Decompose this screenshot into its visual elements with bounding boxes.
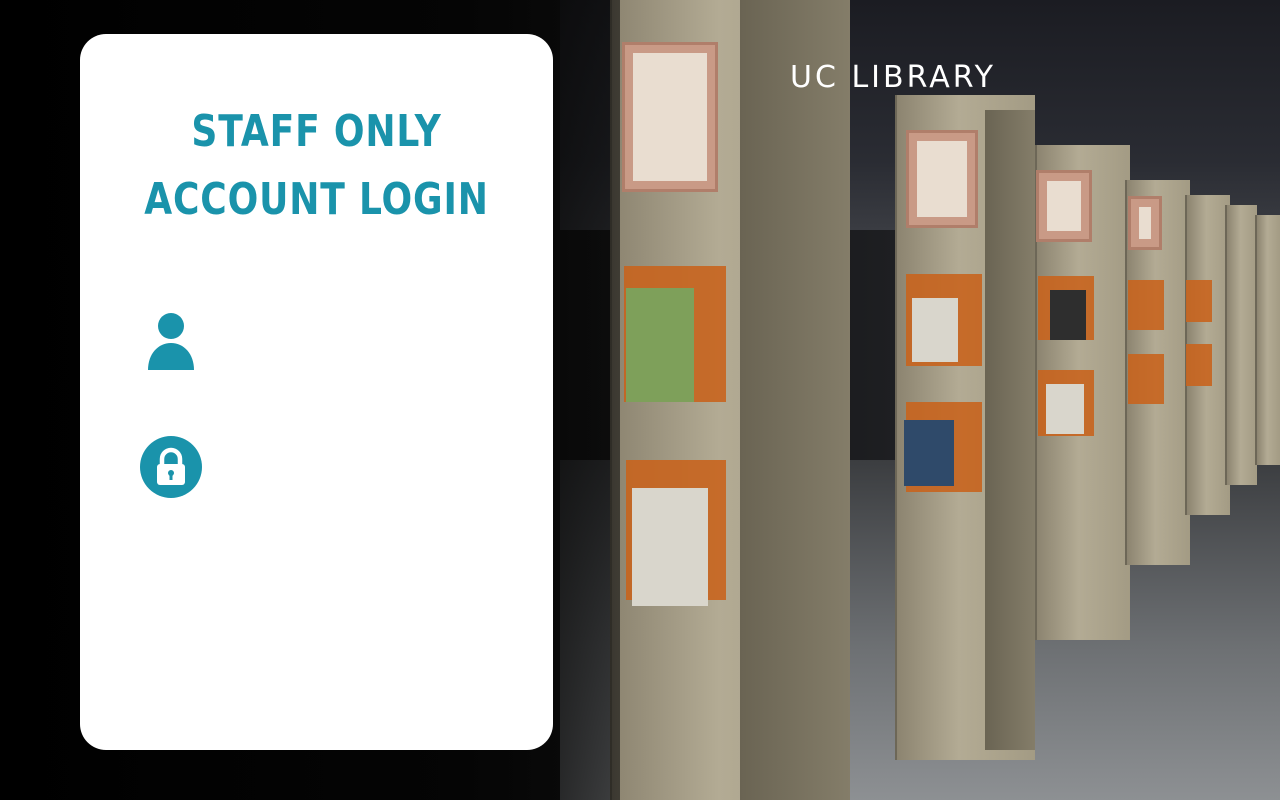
display-holder — [1128, 354, 1164, 404]
display-book — [1050, 290, 1086, 340]
login-card: STAFF ONLY ACCOUNT LOGIN — [80, 34, 553, 750]
bookshelf-side — [740, 0, 850, 800]
username-row — [140, 306, 500, 376]
shelf-sign — [1128, 196, 1162, 250]
shelf-sign — [906, 130, 978, 228]
display-book — [1046, 384, 1084, 434]
brand-logo: UC LIBRARY — [790, 60, 996, 95]
display-book — [626, 288, 694, 402]
display-book — [912, 298, 958, 362]
display-holder — [1186, 280, 1212, 322]
username-input[interactable] — [220, 320, 500, 362]
password-row — [140, 434, 500, 504]
display-book — [904, 420, 954, 486]
display-holder — [1128, 280, 1164, 330]
lock-icon — [140, 436, 202, 498]
bookshelf — [1255, 215, 1280, 465]
shelf-sign — [1036, 170, 1092, 242]
login-title-line1: STAFF ONLY — [191, 106, 442, 157]
shelf-sign — [622, 42, 718, 192]
password-input[interactable] — [220, 448, 500, 490]
bookshelf-side — [985, 110, 1035, 750]
login-title-line2: ACCOUNT LOGIN — [144, 174, 489, 225]
display-book — [632, 488, 708, 606]
user-icon — [148, 313, 194, 370]
bookshelf — [1225, 205, 1257, 485]
display-holder — [1186, 344, 1212, 386]
